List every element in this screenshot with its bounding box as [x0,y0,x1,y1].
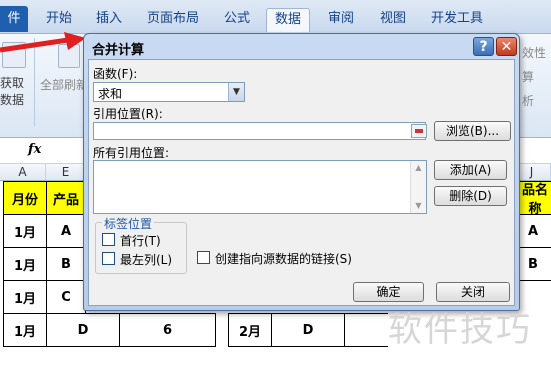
scroll-up-icon[interactable]: ▲ [411,161,426,175]
dialog-body: 函数(F): 求和 ▼ 引用位置(R): 浏览(B)... 所有引用位置: ▲ … [88,59,515,306]
data-validation-label[interactable]: 效性 [522,44,546,61]
tab-home[interactable]: 开始 [44,8,74,32]
table-cell[interactable]: 6 [119,313,216,347]
table-cell[interactable] [344,313,388,347]
tab-data[interactable]: 数据 [266,8,310,32]
analysis-label[interactable]: 析 [522,92,534,109]
tab-page-layout[interactable]: 页面布局 [146,8,200,32]
ribbon-tabbar: 件 开始 插入 页面布局 公式 数据 审阅 视图 开发工具 [0,0,551,34]
ok-button[interactable]: 确定 [353,282,424,302]
function-value: 求和 [98,87,123,101]
collapse-dialog-icon[interactable] [411,124,427,138]
browse-button[interactable]: 浏览(B)... [434,121,511,141]
first-row-checkbox[interactable] [102,233,115,246]
tab-formulas[interactable]: 公式 [222,8,252,32]
tab-insert[interactable]: 插入 [94,8,124,32]
left-column-label: 最左列(L) [120,253,173,267]
scroll-down-icon[interactable]: ▼ [411,199,426,213]
delete-button[interactable]: 删除(D) [434,186,507,206]
calc-label[interactable]: 算 [522,68,534,85]
help-button[interactable]: ? [473,37,494,56]
table-cell[interactable]: B [46,247,86,281]
tab-developer[interactable]: 开发工具 [430,8,484,32]
cell-product-header[interactable]: 产品 [46,181,86,215]
first-row-label: 首行(T) [120,234,161,248]
left-column-checkbox[interactable] [102,252,115,265]
table-cell[interactable]: 1月 [3,313,47,347]
refresh-all-button[interactable]: 全部刷新 [40,76,88,93]
all-references-label: 所有引用位置: [93,146,170,160]
chevron-down-icon[interactable]: ▼ [228,83,244,101]
table-cell[interactable]: C [46,280,86,314]
tab-review[interactable]: 审阅 [326,8,356,32]
table-cell[interactable]: D [271,313,345,347]
function-select[interactable]: 求和 ▼ [93,82,245,102]
all-references-list[interactable]: ▲ ▼ [93,160,427,214]
get-data-line2[interactable]: 数据 [0,91,24,108]
table-cell[interactable]: A [46,214,86,248]
table-cell[interactable]: 1月 [3,214,47,248]
consolidate-dialog: 合并计算 ? ✕ 函数(F): 求和 ▼ 引用位置(R): 浏览(B)... 所… [83,33,520,311]
tab-file[interactable]: 件 [0,6,28,32]
close-button[interactable]: ✕ [496,37,517,56]
reference-input[interactable] [93,122,427,140]
tab-view[interactable]: 视图 [378,8,408,32]
label-position-title: 标签位置 [102,215,155,232]
reference-label: 引用位置(R): [93,107,163,121]
function-label: 函数(F): [93,67,138,81]
table-cell[interactable]: D [46,313,120,347]
fx-icon[interactable]: fx [28,142,41,157]
close-dialog-button[interactable]: 关闭 [436,282,510,302]
add-button[interactable]: 添加(A) [434,160,507,180]
label-position-group: 标签位置 首行(T) 最左列(L) [95,215,187,274]
create-links-checkbox[interactable] [197,251,210,264]
watermark: 软件技巧 [388,310,532,350]
get-data-line1[interactable]: 获取 [0,74,24,91]
column-header-e[interactable]: E [46,164,86,181]
table-cell[interactable]: 1月 [3,247,47,281]
column-header-a[interactable]: A [0,164,46,181]
create-links-label: 创建指向源数据的链接(S) [215,252,352,266]
cell-month-header[interactable]: 月份 [3,181,47,215]
dialog-title: 合并计算 [92,43,145,58]
references-scrollbar[interactable]: ▲ ▼ [410,161,426,213]
table-cell[interactable]: 1月 [3,280,47,314]
table-cell[interactable]: 2月 [228,313,272,347]
